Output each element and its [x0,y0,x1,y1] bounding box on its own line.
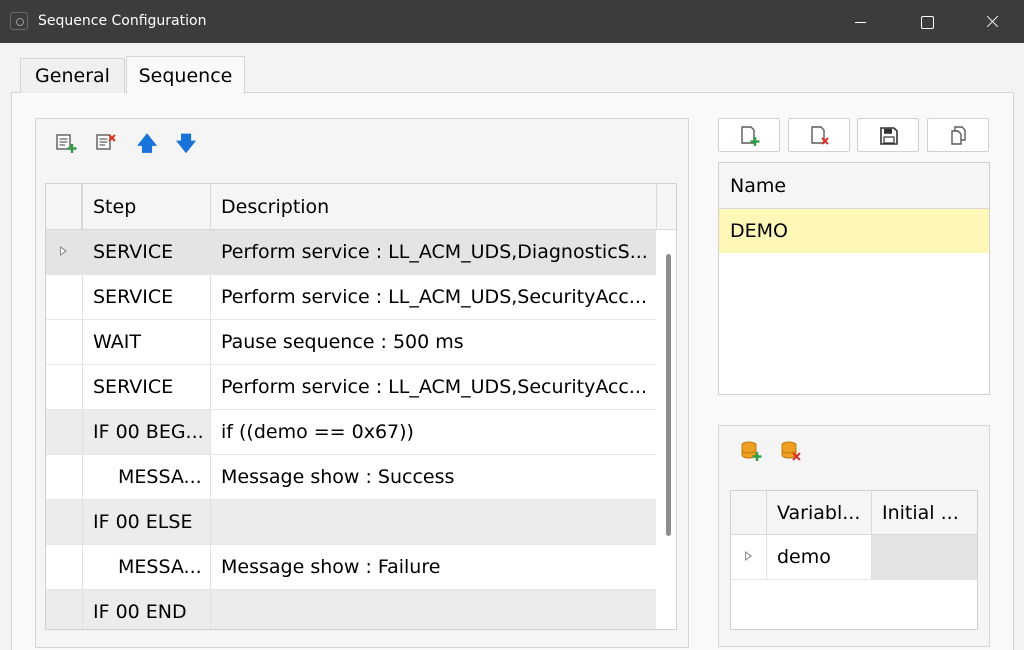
steps-table: Step Description SERVICE Perform service… [45,183,677,630]
tab-sequence[interactable]: Sequence [126,56,245,94]
description-cell: if ((demo == 0x67)) [211,410,657,454]
description-cell: Message show : Failure [221,556,441,578]
current-row-indicator-icon [745,551,752,561]
variables-table-header: Variabl... Initial ... [731,491,977,535]
minimize-button[interactable] [838,0,884,43]
new-sequence-button[interactable] [718,118,780,152]
move-up-icon[interactable]: 🡅 [136,132,158,154]
table-row[interactable]: MESSA... Message show : Success [46,455,656,500]
table-row[interactable]: IF 00 ELSE [46,500,656,545]
move-down-icon[interactable]: 🡇 [175,132,197,154]
column-header-initial[interactable]: Initial ... [871,491,977,535]
table-row[interactable]: IF 00 END [46,590,657,629]
description-cell: Perform service : LL_ACM_UDS,SecurityAcc… [221,286,647,308]
delete-sequence-icon [811,126,829,145]
step-cell: MESSA... [82,455,211,499]
delete-variable-icon[interactable] [780,440,802,462]
description-cell [211,590,657,629]
copy-icon [951,126,966,145]
column-header-step[interactable]: Step [82,184,211,230]
row-header-corner [46,184,82,230]
description-cell [211,500,657,544]
table-row[interactable]: SERVICE Perform service : LL_ACM_UDS,Sec… [46,365,656,410]
column-header-name[interactable]: Name [719,163,989,209]
app-icon [10,12,28,30]
description-cell: Message show : Success [221,466,455,488]
table-row[interactable]: demo [731,535,977,580]
current-row-indicator-icon [60,246,67,256]
variable-initial-cell[interactable] [871,535,977,579]
step-cell: SERVICE [82,365,211,409]
description-cell: Pause sequence : 500 ms [221,331,464,353]
table-row[interactable]: MESSA... Message show : Failure [46,545,656,590]
column-header-variable[interactable]: Variabl... [766,491,871,535]
step-cell: SERVICE [82,230,211,274]
delete-sequence-button[interactable] [788,118,850,152]
table-row[interactable]: IF 00 BEG... if ((demo == 0x67)) [46,410,657,455]
tab-general[interactable]: General [20,58,125,93]
window-title: Sequence Configuration [38,13,207,29]
add-step-icon[interactable] [55,132,77,154]
save-icon [880,127,898,145]
save-sequence-button[interactable] [857,118,919,152]
maximize-button[interactable] [904,0,950,43]
delete-step-icon[interactable] [95,132,117,154]
column-header-description[interactable]: Description [211,184,657,230]
table-row[interactable]: SERVICE Perform service : LL_ACM_UDS,Sec… [46,275,656,320]
step-cell: SERVICE [82,275,211,319]
step-cell: WAIT [82,320,211,364]
new-sequence-icon [741,126,760,146]
variable-name-cell: demo [766,535,871,579]
table-row[interactable]: WAIT Pause sequence : 500 ms [46,320,656,365]
step-cell: MESSA... [82,545,211,589]
sequence-list-item[interactable]: DEMO [719,209,989,253]
add-variable-icon[interactable] [740,440,762,462]
title-bar: Sequence Configuration [0,0,1024,43]
step-cell: IF 00 BEG... [82,410,211,454]
vertical-scrollbar[interactable] [666,254,671,536]
description-cell: Perform service : LL_ACM_UDS,SecurityAcc… [221,376,647,398]
variables-table: Variabl... Initial ... demo [730,490,978,630]
close-button[interactable] [970,0,1016,43]
description-cell: Perform service : LL_ACM_UDS,DiagnosticS… [221,241,648,263]
copy-sequence-button[interactable] [927,118,989,152]
steps-table-header: Step Description [46,184,676,230]
step-cell: IF 00 ELSE [82,500,211,544]
sequence-list: Name DEMO [718,162,990,395]
table-row[interactable]: SERVICE Perform service : LL_ACM_UDS,Dia… [46,230,656,275]
step-cell: IF 00 END [82,590,211,629]
